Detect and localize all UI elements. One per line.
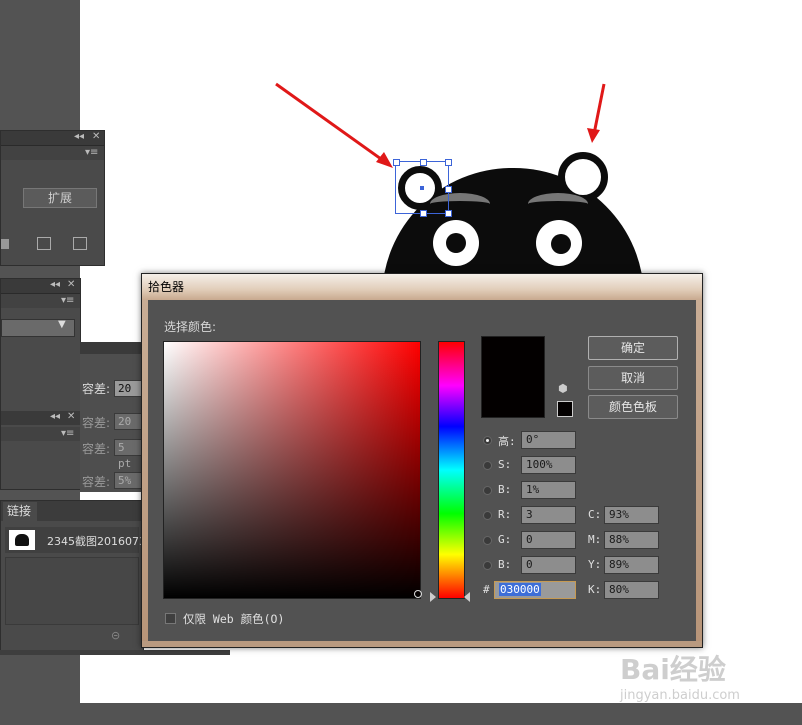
brightness-label: B: xyxy=(498,483,512,496)
chevron-down-icon: ▼ xyxy=(58,319,66,330)
magenta-field[interactable]: 88% xyxy=(604,531,659,549)
black-field[interactable]: 80% xyxy=(604,581,659,599)
watermark-brand: Bai经验 xyxy=(620,653,726,686)
hue-field[interactable]: 0° xyxy=(521,431,576,449)
panel-menu-icon[interactable]: ▾≡ xyxy=(85,147,98,158)
hex-label: # xyxy=(483,583,490,596)
color-picker-dialog: 拾色器 选择颜色: ⬢ 确定 取消 颜色色板 高: 0° S: 100% B: … xyxy=(141,273,703,648)
green-label: G: xyxy=(498,533,512,546)
cancel-button[interactable]: 取消 xyxy=(588,366,678,390)
magenta-label: M: xyxy=(588,533,602,546)
pathfinder-icon-3[interactable] xyxy=(73,237,87,250)
collapse-icon[interactable]: ◂◂ xyxy=(50,411,60,422)
green-radio[interactable] xyxy=(483,536,492,545)
red-radio[interactable] xyxy=(483,511,492,520)
close-icon[interactable]: ✕ xyxy=(92,131,100,142)
tolerance-label: 容差: xyxy=(82,382,111,396)
hue-label: 高: xyxy=(498,435,516,448)
tolerance-input-3[interactable]: 5 pt xyxy=(114,439,142,470)
blue-field[interactable]: 0 xyxy=(521,556,576,574)
baidu-watermark: Bai经验 jingyan.baidu.com xyxy=(620,648,796,708)
web-only-checkbox[interactable] xyxy=(165,613,176,624)
saturation-field[interactable]: 100% xyxy=(521,456,576,474)
color-selector-circle[interactable] xyxy=(414,590,422,598)
link-item[interactable]: 2345截图2016073 xyxy=(5,527,146,553)
close-icon[interactable]: ✕ xyxy=(67,411,75,422)
color-swatches-button[interactable]: 颜色色板 xyxy=(588,395,678,419)
blue-radio[interactable] xyxy=(483,561,492,570)
select-color-label: 选择颜色: xyxy=(164,320,217,334)
black-label: K: xyxy=(588,583,602,596)
tolerance-input-1[interactable]: 20 xyxy=(114,380,142,397)
saturation-radio[interactable] xyxy=(483,461,492,470)
links-panel: 链接 2345截图2016073 ⊝ xyxy=(0,500,146,652)
tolerance-input-2[interactable]: 20 xyxy=(114,413,142,430)
hex-field[interactable]: 030000 xyxy=(494,581,576,599)
pathfinder-icon-2[interactable] xyxy=(37,237,51,250)
arrow-to-left-ear xyxy=(275,82,389,166)
web-safe-swatch[interactable] xyxy=(557,401,573,417)
link-chain-icon[interactable]: ⊝ xyxy=(111,629,120,642)
tolerance-label: 容差: xyxy=(82,416,111,430)
tolerance-label: 容差: xyxy=(82,442,111,456)
saturation-brightness-field[interactable] xyxy=(163,341,421,599)
tolerance-label: 容差: xyxy=(82,475,111,489)
mode-dropdown[interactable]: ▼ xyxy=(1,319,75,337)
arrow-to-right-ear xyxy=(592,83,606,135)
red-field[interactable]: 3 xyxy=(521,506,576,524)
watermark-url: jingyan.baidu.com xyxy=(620,688,740,703)
green-field[interactable]: 0 xyxy=(521,531,576,549)
cube-icon[interactable]: ⬢ xyxy=(558,382,568,395)
blue-label: B: xyxy=(498,558,512,571)
brightness-radio[interactable] xyxy=(483,486,492,495)
collapse-icon[interactable]: ◂◂ xyxy=(74,131,84,142)
hue-slider[interactable] xyxy=(438,341,465,599)
tolerance-panel: 容差: 20 容差: 20 容差: 5 pt 容差: 5% xyxy=(80,342,142,492)
yellow-label: Y: xyxy=(588,558,602,571)
tab-links[interactable]: 链接 xyxy=(3,502,37,521)
collapse-icon[interactable]: ◂◂ xyxy=(50,279,60,290)
web-only-label: 仅限 Web 颜色(O) xyxy=(183,612,285,626)
red-label: R: xyxy=(498,508,512,521)
cyan-field[interactable]: 93% xyxy=(604,506,659,524)
hue-slider-left-handle[interactable] xyxy=(430,592,436,602)
link-thumbnail xyxy=(9,530,35,550)
ok-button[interactable]: 确定 xyxy=(588,336,678,360)
link-filename: 2345截图2016073 xyxy=(47,535,146,548)
close-icon[interactable]: ✕ xyxy=(67,279,75,290)
dialog-title: 拾色器 xyxy=(142,274,702,300)
hex-value-selected: 030000 xyxy=(499,583,541,596)
magic-wand-panel: ◂◂ ✕ ▾≡ ▼ ◂◂ ✕ ▾≡ xyxy=(0,278,81,490)
cyan-label: C: xyxy=(588,508,602,521)
hue-slider-right-handle[interactable] xyxy=(464,592,470,602)
tolerance-input-4[interactable]: 5% xyxy=(114,472,142,489)
pathfinder-panel: ◂◂ ✕ ▾≡ 扩展 xyxy=(0,130,105,266)
yellow-field[interactable]: 89% xyxy=(604,556,659,574)
hue-radio[interactable] xyxy=(483,436,492,445)
saturation-label: S: xyxy=(498,458,512,471)
current-color-swatch xyxy=(481,336,545,418)
panel-menu-icon[interactable]: ▾≡ xyxy=(61,428,74,439)
pathfinder-icon-1[interactable] xyxy=(1,239,9,249)
expand-button[interactable]: 扩展 xyxy=(23,188,97,208)
arrow-head-left xyxy=(376,152,393,168)
panel-menu-icon[interactable]: ▾≡ xyxy=(61,295,74,306)
brightness-field[interactable]: 1% xyxy=(521,481,576,499)
arrow-head-right xyxy=(587,128,600,143)
